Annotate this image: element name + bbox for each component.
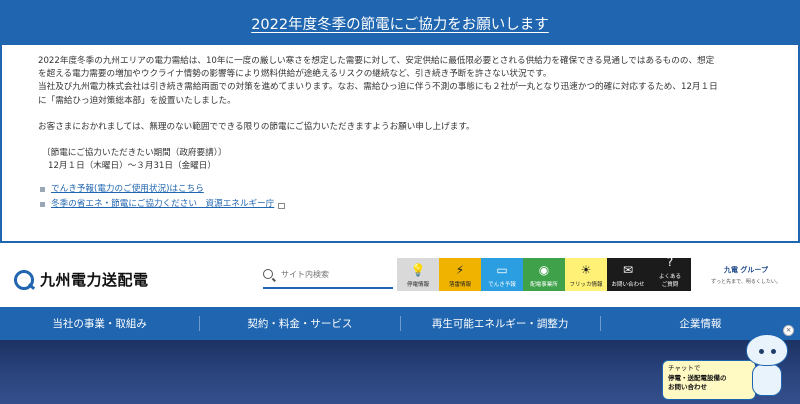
notice-paragraph: を超える電力需要の増加やウクライナ情勢の影響等により燃料供給が途絶えるリスクの継… bbox=[38, 69, 552, 80]
tile-label: 配電事業所 bbox=[530, 282, 558, 288]
notice-paragraph: に「需給ひっ迫対策総本部」を設置いたしました。 bbox=[38, 95, 236, 106]
bullet-square-icon bbox=[40, 187, 45, 193]
tile-label: 停電情報 bbox=[406, 282, 429, 288]
mail-icon: ✉ bbox=[622, 263, 634, 277]
notice-paragraph: 2022年度冬季の九州エリアの電力需給は、10年に一度の厳しい寒さを想定した需要… bbox=[38, 56, 715, 66]
lightning-icon: ⚡ bbox=[455, 263, 465, 277]
quick-links: 💡 停電情報 ⚡ 落雷情報 ▭ でんき予報 ◉ 配電事業所 ☀ フリッカ情報 ✉… bbox=[397, 255, 691, 291]
group-logo-tagline: ずっと先まで、明るくしたい。 bbox=[711, 279, 781, 285]
notice-period-label: 〔節電にご協力いただきたい期間（政府要請）〕 bbox=[42, 148, 227, 159]
tile-label: 落雷情報 bbox=[448, 282, 471, 288]
notice-request: お客さまにおかれましては、無理のない範囲でできる限りの節電にご協力いただきますよ… bbox=[38, 121, 475, 132]
tile-distribution-office[interactable]: ◉ 配電事業所 bbox=[523, 258, 565, 291]
question-icon: ? bbox=[666, 255, 674, 269]
tile-faq[interactable]: ? よくある ご質問 bbox=[649, 255, 691, 291]
tile-label: お問い合わせ bbox=[611, 282, 645, 288]
tile-contact[interactable]: ✉ お問い合わせ bbox=[607, 258, 649, 291]
mascot-head bbox=[746, 334, 788, 366]
chat-lead: チャットで bbox=[668, 364, 701, 372]
notice-period-value: 12月１日（木曜日）～３月31日（金曜日） bbox=[48, 161, 216, 172]
mascot-eye bbox=[771, 349, 776, 354]
search-icon[interactable] bbox=[263, 269, 273, 279]
mascot-eye bbox=[759, 349, 764, 354]
kyuden-group-logo[interactable]: 九電 グループ ずっと先まで、明るくしたい。 bbox=[704, 265, 788, 285]
tile-lightning-info[interactable]: ⚡ 落雷情報 bbox=[439, 258, 481, 291]
notice-links: でんき予報(電力のご使用状況)はこちら 冬季の省エネ・節電にご協力ください 資源… bbox=[38, 182, 762, 212]
nav-item-renewable[interactable]: 再生可能エネルギー・調整力 bbox=[401, 316, 601, 331]
q-logo-icon bbox=[14, 269, 34, 290]
notice-link-item: でんき予報(電力のご使用状況)はこちら bbox=[38, 182, 762, 197]
light-icon: ☀ bbox=[580, 263, 592, 277]
tile-label: でんき予報 bbox=[488, 282, 516, 288]
mascot-body bbox=[752, 364, 782, 396]
notice-paragraph: 当社及び九州電力株式会社は引き続き需給両面での対策を進めてまいります。なお、需給… bbox=[38, 82, 718, 93]
chat-line: お問い合わせ bbox=[668, 383, 707, 391]
bullet-square-icon bbox=[40, 202, 45, 208]
close-icon[interactable]: × bbox=[783, 325, 794, 336]
notice-link-item: 冬季の省エネ・節電にご協力ください 資源エネルギー庁 bbox=[38, 197, 762, 212]
group-logo-main: 九電 グループ bbox=[723, 266, 769, 274]
battery-icon: ▭ bbox=[496, 263, 508, 277]
tile-flicker-info[interactable]: ☀ フリッカ情報 bbox=[565, 258, 607, 291]
denki-yoho-link[interactable]: でんき予報(電力のご使用状況)はこちら bbox=[51, 183, 204, 196]
logo-text: 九州電力送配電 bbox=[40, 271, 149, 289]
global-nav: 当社の事業・取組み 契約・料金・サービス 再生可能エネルギー・調整力 企業情報 bbox=[0, 307, 800, 340]
search-input[interactable] bbox=[281, 269, 381, 279]
notice-title[interactable]: 2022年度冬季の節電にご協力をお願いします bbox=[251, 13, 549, 34]
mascot-icon[interactable] bbox=[740, 334, 794, 398]
site-logo[interactable]: 九州電力送配電 bbox=[14, 269, 149, 290]
nav-item-contract[interactable]: 契約・料金・サービス bbox=[200, 316, 401, 331]
tile-label: よくある ご質問 bbox=[658, 274, 681, 288]
search-box bbox=[263, 261, 393, 289]
notice-header: 2022年度冬季の節電にご協力をお願いします bbox=[2, 2, 798, 45]
nav-item-company[interactable]: 企業情報 bbox=[601, 316, 800, 331]
external-link-icon bbox=[278, 202, 286, 209]
notice-body: 2022年度冬季の九州エリアの電力需給は、10年に一度の厳しい寒さを想定した需要… bbox=[2, 45, 798, 212]
location-pin-icon: ◉ bbox=[538, 263, 550, 277]
tile-outage-info[interactable]: 💡 停電情報 bbox=[397, 258, 439, 291]
bulb-icon: 💡 bbox=[410, 263, 426, 277]
chat-line: 停電・送配電設備の bbox=[668, 373, 727, 382]
tile-label: フリッカ情報 bbox=[569, 282, 603, 288]
site-header: 九州電力送配電 💡 停電情報 ⚡ 落雷情報 ▭ でんき予報 ◉ 配電事業所 ☀ … bbox=[0, 243, 800, 307]
nav-item-business[interactable]: 当社の事業・取組み bbox=[0, 316, 201, 331]
energy-agency-link[interactable]: 冬季の省エネ・節電にご協力ください 資源エネルギー庁 bbox=[51, 198, 274, 211]
notice-banner: 2022年度冬季の節電にご協力をお願いします 2022年度冬季の九州エリアの電力… bbox=[0, 0, 800, 243]
tile-denki-yoho[interactable]: ▭ でんき予報 bbox=[481, 258, 523, 291]
